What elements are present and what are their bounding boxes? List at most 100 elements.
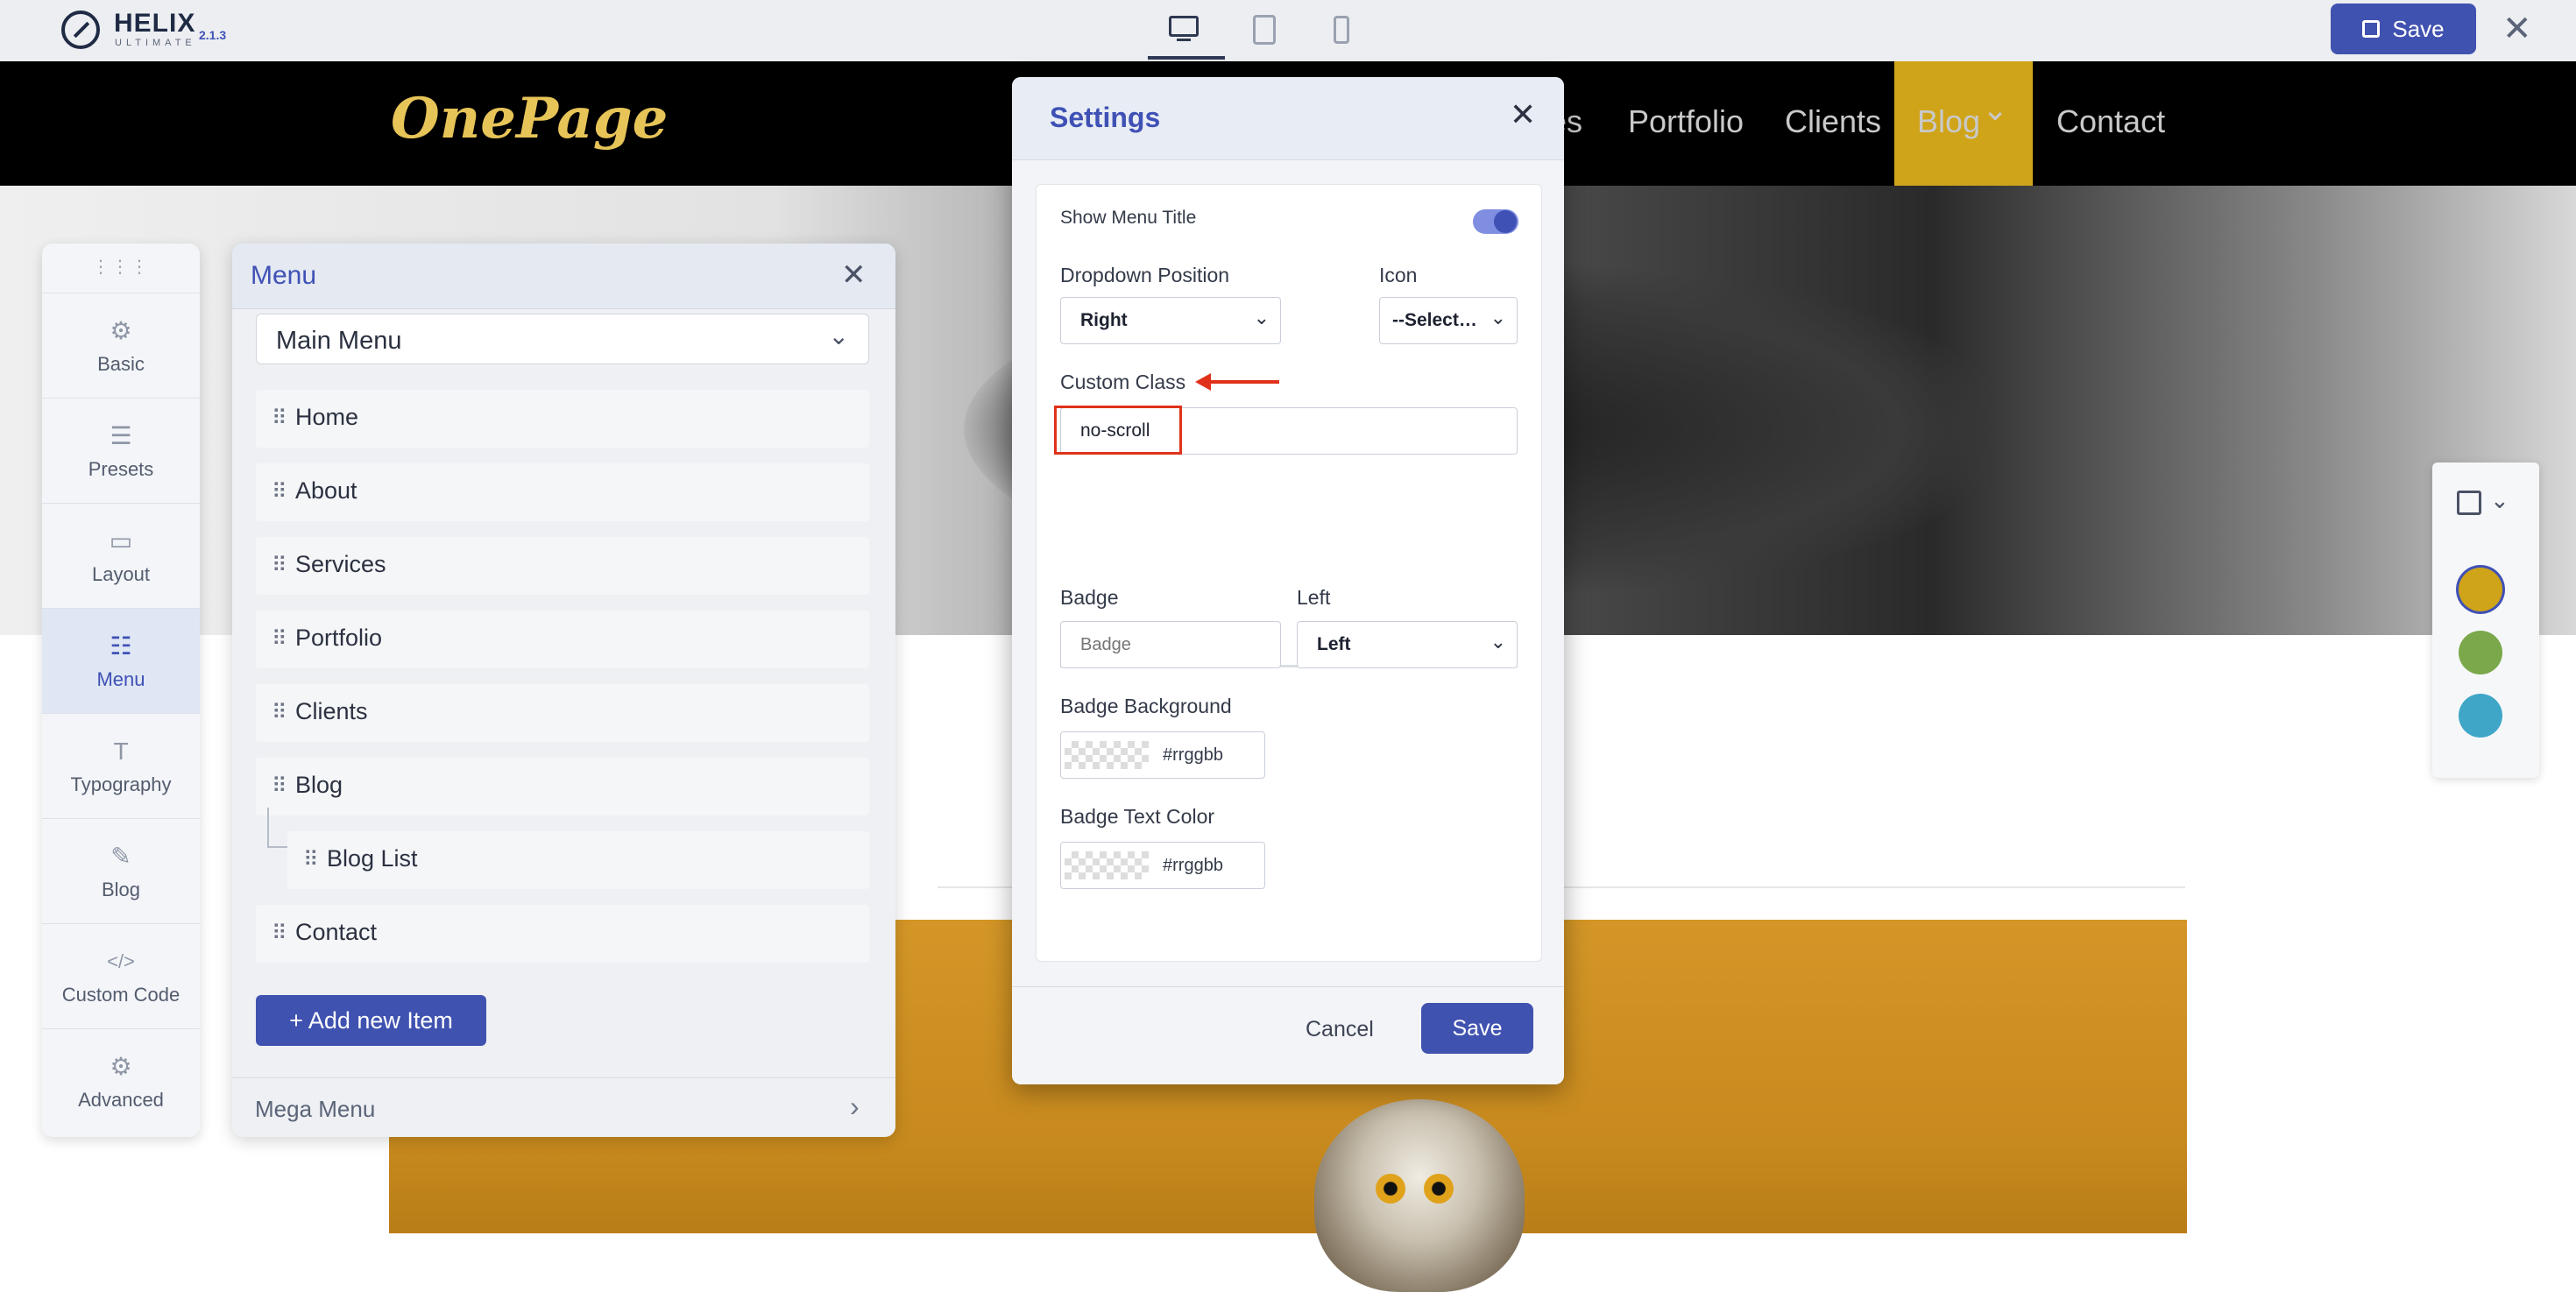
menu-item-services[interactable]: ⠿ Services	[256, 537, 869, 595]
dropdown-position-label: Dropdown Position	[1060, 264, 1230, 286]
drag-handle-icon[interactable]: ⠿	[272, 406, 287, 431]
custom-class-highlight-box	[1054, 406, 1182, 455]
color-preset-yellow[interactable]	[2459, 568, 2502, 611]
menu-panel-header	[232, 244, 895, 309]
menu-item-clients[interactable]: ⠿ Clients	[256, 684, 869, 742]
drag-handle-icon[interactable]: ⠿	[272, 773, 287, 799]
close-icon[interactable]: ✕	[1510, 96, 1536, 133]
sidebar-item-typography[interactable]: T Typography	[42, 713, 200, 818]
badge-position-value: Left	[1317, 634, 1351, 654]
menu-item-home[interactable]: ⠿ Home	[256, 390, 869, 448]
sidebar-item-presets[interactable]: ☰ Presets	[42, 398, 200, 503]
top-toolbar	[0, 0, 2576, 62]
badge-position-select[interactable]: Left ⌄	[1297, 621, 1518, 668]
sidebar-item-advanced[interactable]: ⚙ Advanced	[42, 1028, 200, 1133]
drag-handle-icon[interactable]: ⋮⋮⋮	[42, 256, 200, 278]
advanced-gears-icon: ⚙	[110, 1053, 132, 1080]
desktop-view-icon[interactable]	[1165, 12, 1204, 47]
settings-modal-footer: Cancel Save	[1012, 986, 1564, 1084]
nav-item-blog[interactable]: Blog	[1917, 103, 1980, 140]
settings-modal-title: Settings	[1050, 102, 1161, 133]
owl-eye-right	[1424, 1174, 1454, 1204]
layout-icon: ▭	[109, 527, 133, 554]
cancel-button[interactable]: Cancel	[1306, 1017, 1374, 1042]
menu-item-about[interactable]: ⠿ About	[256, 463, 869, 521]
close-icon[interactable]: ✕	[841, 258, 867, 293]
sidebar-item-blog[interactable]: ✎ Blog	[42, 818, 200, 923]
add-new-item-button[interactable]: + Add new Item	[256, 995, 486, 1046]
dropdown-position-value: Right	[1080, 310, 1128, 330]
badge-background-color-picker[interactable]: #rrggbb	[1060, 731, 1265, 779]
settings-form: Show Menu Title Dropdown Position Right …	[1036, 184, 1542, 962]
typography-icon: T	[113, 738, 129, 765]
menu-item-blog-list[interactable]: ⠿ Blog List	[287, 831, 869, 889]
sidebar-item-basic[interactable]: ⚙ Basic	[42, 293, 200, 398]
code-icon: </>	[107, 950, 135, 972]
tablet-view-icon[interactable]	[1246, 12, 1284, 47]
menu-item-contact[interactable]: ⠿ Contact	[256, 905, 869, 963]
sidebar-item-custom-code[interactable]: </> Custom Code	[42, 923, 200, 1028]
color-preset-green[interactable]	[2459, 631, 2502, 674]
drag-handle-icon[interactable]: ⠿	[272, 700, 287, 725]
badge-text-color-label: Badge Text Color	[1060, 805, 1215, 828]
badge-input[interactable]	[1060, 621, 1281, 668]
settings-save-button[interactable]: Save	[1421, 1003, 1533, 1054]
drag-handle-icon[interactable]: ⠿	[303, 847, 319, 872]
chevron-down-icon: ⌄	[1490, 631, 1506, 653]
menu-list-icon: ☷	[110, 632, 132, 660]
badge-background-value: #rrggbb	[1163, 745, 1223, 765]
chevron-down-icon: ⌄	[1490, 307, 1506, 328]
badge-text-color-picker[interactable]: #rrggbb	[1060, 842, 1265, 889]
sidebar-item-label: Menu	[96, 668, 145, 690]
sidebar-item-label: Blog	[101, 879, 141, 900]
transparent-swatch[interactable]	[1065, 851, 1149, 879]
nav-item-clients[interactable]: Clients	[1785, 103, 1881, 140]
sidebar-item-menu[interactable]: ☷ Menu	[42, 608, 200, 713]
drag-handle-icon[interactable]: ⠿	[272, 479, 287, 505]
menu-item-portfolio[interactable]: ⠿ Portfolio	[256, 611, 869, 668]
sliders-icon: ☰	[110, 422, 132, 449]
drag-handle-icon[interactable]: ⠿	[272, 553, 287, 578]
menu-panel: Menu ✕ Main Menu ⌄ ⠿ Home ⠿ About ⠿ Serv…	[232, 244, 895, 1137]
menu-item-label: Contact	[295, 919, 378, 945]
menu-select[interactable]: Main Menu ⌄	[256, 314, 869, 364]
menu-item-blog[interactable]: ⠿ Blog	[256, 758, 869, 815]
version-label: 2.1.3	[199, 28, 227, 42]
nav-item-contact[interactable]: Contact	[2056, 103, 2165, 140]
menu-item-label: Blog List	[327, 845, 418, 872]
icon-select[interactable]: --Select… ⌄	[1379, 297, 1518, 344]
site-logo: OnePage	[391, 86, 669, 152]
nav-item-portfolio[interactable]: Portfolio	[1628, 103, 1744, 140]
sidebar-item-label: Advanced	[78, 1089, 164, 1111]
palette-icon[interactable]	[2457, 491, 2481, 515]
color-preset-panel: ⌄	[2432, 462, 2539, 778]
badge-background-label: Badge Background	[1060, 695, 1232, 717]
mega-menu-label: Mega Menu	[255, 1096, 376, 1122]
chevron-down-icon[interactable]: ⌄	[2490, 487, 2509, 514]
menu-item-label: Blog	[295, 772, 343, 798]
mobile-view-icon[interactable]	[1323, 12, 1362, 47]
show-menu-title-toggle[interactable]	[1473, 209, 1518, 234]
toggle-knob	[1494, 210, 1517, 233]
color-preset-blue[interactable]	[2459, 694, 2502, 738]
menu-item-label: Clients	[295, 698, 368, 724]
gear-icon: ⚙	[110, 317, 132, 344]
drag-handle-icon[interactable]: ⠿	[272, 921, 287, 946]
close-editor-icon[interactable]: ✕	[2502, 9, 2532, 49]
chevron-down-icon: ⌄	[828, 322, 849, 349]
transparent-swatch[interactable]	[1065, 741, 1149, 769]
menu-select-value: Main Menu	[276, 327, 402, 355]
save-button[interactable]: Save	[2331, 4, 2476, 54]
icon-label: Icon	[1379, 264, 1418, 286]
mega-menu-section[interactable]: Mega Menu ›	[232, 1077, 895, 1137]
custom-class-label: Custom Class	[1060, 371, 1186, 393]
menu-item-label: Portfolio	[295, 625, 383, 651]
chevron-right-icon: ›	[850, 1091, 860, 1122]
floppy-disk-icon	[2362, 20, 2381, 38]
menu-panel-title: Menu	[251, 261, 317, 290]
menu-item-label: About	[295, 477, 357, 504]
dropdown-position-select[interactable]: Right ⌄	[1060, 297, 1281, 344]
drag-handle-icon[interactable]: ⠿	[272, 626, 287, 652]
helix-logo-icon	[61, 11, 100, 49]
sidebar-item-layout[interactable]: ▭ Layout	[42, 503, 200, 608]
